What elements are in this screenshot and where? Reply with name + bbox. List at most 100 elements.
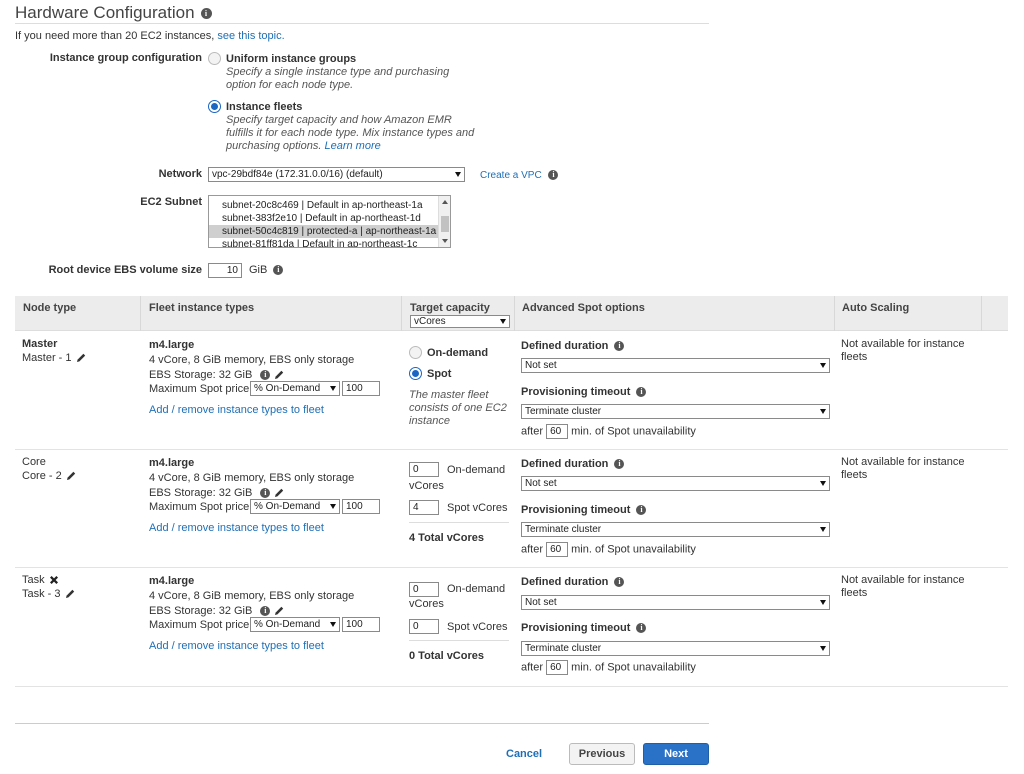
col-advanced-spot: Advanced Spot options [522, 302, 645, 314]
max-spot-input[interactable]: 100 [342, 499, 380, 514]
add-remove-instance-types-link[interactable]: Add / remove instance types to fleet [149, 522, 324, 534]
chevron-down-icon [820, 409, 826, 414]
instance-spec: 4 vCore, 8 GiB memory, EBS only storage [149, 354, 355, 366]
uniform-instance-groups-title[interactable]: Uniform instance groups [226, 53, 356, 65]
chevron-down-icon [500, 319, 506, 324]
max-spot-input[interactable]: 100 [342, 381, 380, 396]
max-spot-select[interactable]: % On-Demand [250, 617, 340, 632]
instance-fleets-title[interactable]: Instance fleets [226, 101, 302, 113]
node-type-sub: Task - 3 [22, 588, 76, 600]
timeout-minutes-input[interactable]: 60 [546, 424, 569, 439]
max-spot-input[interactable]: 100 [342, 617, 380, 632]
timeout-minutes-input[interactable]: 60 [546, 542, 569, 557]
pencil-icon[interactable] [273, 369, 285, 381]
subnet-option-selected[interactable]: subnet-50c4c819 | protected-a | ap-north… [209, 225, 450, 238]
after-timeout: after 60 min. of Spot unavailability [521, 424, 696, 439]
subnet-listbox[interactable]: subnet-20c8c469 | Default in ap-northeas… [208, 195, 451, 248]
on-demand-vcores-input[interactable]: 0 [409, 462, 439, 477]
defined-duration-label: Defined duration i [521, 458, 625, 470]
target-capacity-select[interactable]: vCores [410, 315, 510, 328]
chevron-down-icon [820, 527, 826, 532]
instance-type: m4.large [149, 339, 195, 351]
row-divider [15, 567, 1008, 568]
total-vcores: 4 Total vCores [409, 532, 484, 544]
on-demand-vcores-input[interactable]: 0 [409, 582, 439, 597]
root-volume-input[interactable]: 10 [208, 263, 242, 278]
cancel-button[interactable]: Cancel [506, 748, 542, 760]
on-demand-label: On-demand [447, 464, 506, 476]
pencil-icon[interactable] [75, 352, 87, 364]
max-spot-label: Maximum Spot price: [149, 619, 253, 631]
fleet-instance-master: m4.large 4 vCore, 8 GiB memory, EBS only… [149, 338, 354, 383]
total-divider [409, 640, 509, 641]
table-row-master: Master Master - 1 [22, 338, 87, 364]
max-spot-select[interactable]: % On-Demand [250, 499, 340, 514]
provisioning-timeout-select[interactable]: Terminate cluster [521, 522, 830, 537]
provisioning-timeout-label: Provisioning timeout i [521, 622, 647, 634]
defined-duration-select[interactable]: Not set [521, 476, 830, 491]
spot-radio[interactable] [409, 367, 422, 380]
on-demand-radio[interactable] [409, 346, 422, 359]
previous-button[interactable]: Previous [569, 743, 635, 765]
pencil-icon[interactable] [65, 470, 77, 482]
info-icon[interactable]: i [200, 8, 212, 20]
info-icon[interactable]: i [614, 341, 625, 352]
column-divider [401, 296, 402, 331]
chevron-down-icon [330, 504, 336, 509]
spot-vcores-input[interactable]: 4 [409, 500, 439, 515]
info-icon[interactable]: i [548, 170, 559, 181]
subnet-option[interactable]: subnet-383f2e10 | Default in ap-northeas… [209, 212, 450, 225]
provisioning-timeout-select[interactable]: Terminate cluster [521, 641, 830, 656]
instance-type: m4.large [149, 457, 195, 469]
instance-fleets-radio[interactable] [208, 100, 221, 113]
learn-more-link[interactable]: Learn more [324, 140, 380, 152]
scroll-up-icon[interactable] [442, 200, 448, 204]
defined-duration-select[interactable]: Not set [521, 358, 830, 373]
scroll-down-icon[interactable] [442, 239, 448, 243]
add-remove-instance-types-link[interactable]: Add / remove instance types to fleet [149, 640, 324, 652]
chevron-down-icon [820, 363, 826, 368]
remove-icon[interactable] [48, 574, 60, 586]
subnet-option[interactable]: subnet-81ff81da | Default in ap-northeas… [209, 238, 450, 247]
info-icon[interactable]: i [614, 577, 625, 588]
info-icon[interactable]: i [260, 370, 271, 381]
info-icon[interactable]: i [636, 623, 647, 634]
info-icon[interactable]: i [636, 505, 647, 516]
pencil-icon[interactable] [64, 588, 76, 600]
provisioning-timeout-select[interactable]: Terminate cluster [521, 404, 830, 419]
info-icon[interactable]: i [614, 459, 625, 470]
node-type-sub: Master - 1 [22, 352, 87, 364]
instance-group-config-label: Instance group configuration [49, 52, 202, 64]
add-remove-instance-types-link[interactable]: Add / remove instance types to fleet [149, 404, 324, 416]
pencil-icon[interactable] [273, 487, 285, 499]
subnet-scrollbar[interactable] [438, 196, 450, 247]
info-icon[interactable]: i [260, 606, 271, 617]
col-auto-scaling: Auto Scaling [842, 302, 910, 314]
info-icon[interactable]: i [273, 265, 284, 276]
after-timeout: after 60 min. of Spot unavailability [521, 542, 696, 557]
auto-scaling-note: Not available for instance fleets [841, 456, 965, 481]
network-select[interactable]: vpc-29bdf84e (172.31.0.0/16) (default) [208, 167, 465, 182]
see-this-topic-link[interactable]: see this topic. [217, 30, 284, 42]
next-button[interactable]: Next [643, 743, 709, 765]
scroll-thumb[interactable] [441, 216, 449, 232]
subnet-option[interactable]: subnet-20c8c469 | Default in ap-northeas… [209, 199, 450, 212]
on-demand-label[interactable]: On-demand [427, 347, 488, 359]
info-icon[interactable]: i [260, 488, 271, 499]
spot-label[interactable]: Spot [427, 368, 451, 380]
node-type-name: Core [22, 456, 46, 468]
create-vpc: Create a VPC i [480, 170, 559, 181]
max-spot-select[interactable]: % On-Demand [250, 381, 340, 396]
network-label: Network [158, 168, 202, 180]
info-icon[interactable]: i [636, 387, 647, 398]
timeout-minutes-input[interactable]: 60 [546, 660, 569, 675]
create-vpc-link[interactable]: Create a VPC [480, 170, 542, 181]
defined-duration-select[interactable]: Not set [521, 595, 830, 610]
chevron-down-icon [330, 386, 336, 391]
uniform-instance-groups-radio[interactable] [208, 52, 221, 65]
pencil-icon[interactable] [273, 605, 285, 617]
spot-vcores-input[interactable]: 0 [409, 619, 439, 634]
defined-duration-label: Defined duration i [521, 340, 625, 352]
node-type-sub: Core - 2 [22, 470, 77, 482]
footer-divider [15, 723, 709, 724]
